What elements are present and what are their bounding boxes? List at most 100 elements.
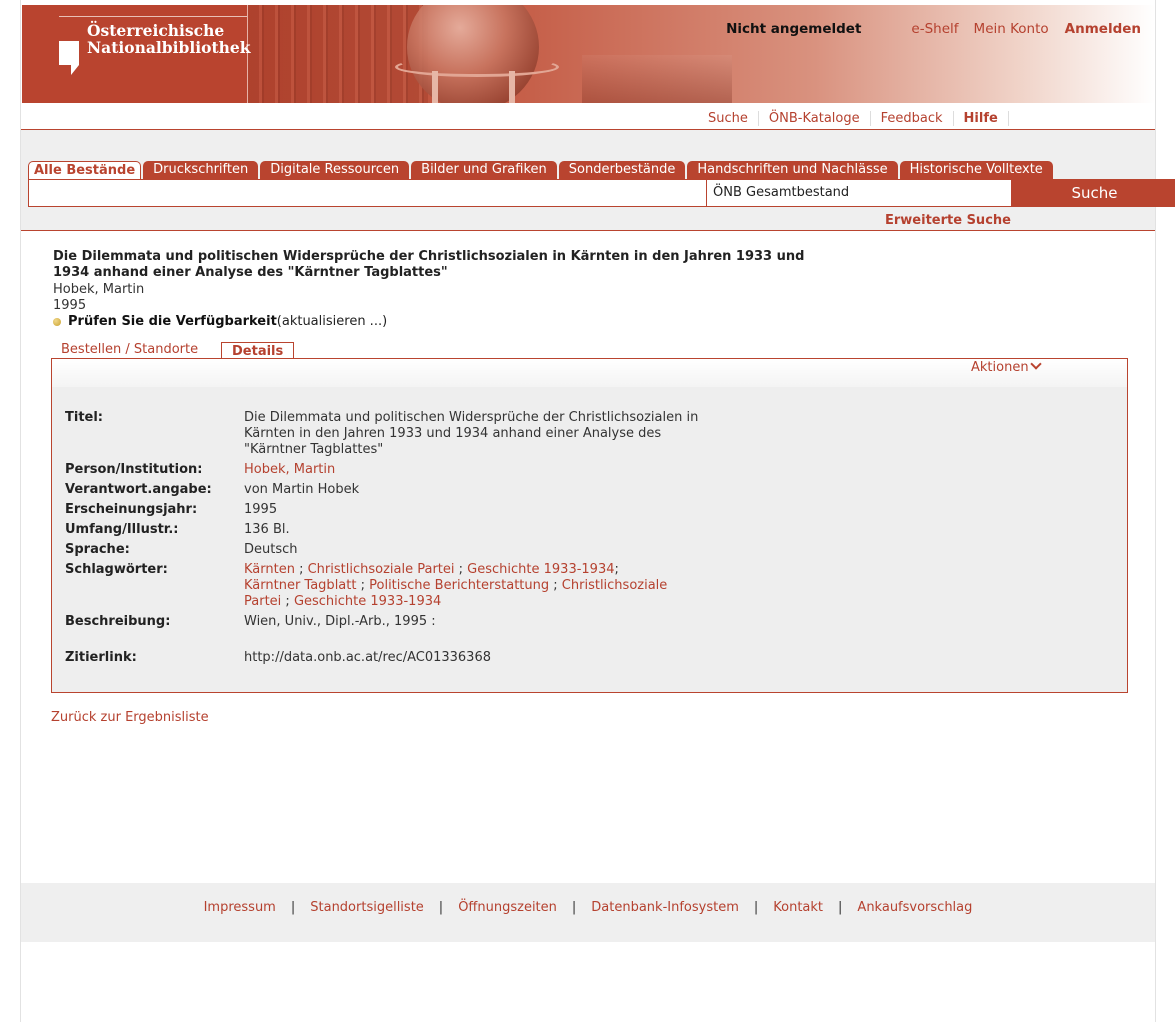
nav-link[interactable]: Hilfe (964, 111, 998, 126)
tab-fulltexts[interactable]: Historische Volltexte (899, 161, 1053, 179)
utility-nav: Suche ÖNB-Kataloge Feedback Hilfe (21, 103, 1155, 130)
availability-refresh[interactable]: (aktualisieren ...) (277, 314, 387, 329)
record-fields: Titel: Die Dilemmata und politischen Wid… (65, 410, 1105, 670)
tab-order-locations[interactable]: Bestellen / Standorte (61, 342, 198, 357)
permalink[interactable]: http://data.onb.ac.at/rec/AC01336368 (244, 650, 704, 666)
field-label: Zitierlink: (65, 650, 137, 665)
login-status: Nicht angemeldet (726, 21, 862, 37)
globe-image (407, 5, 539, 103)
availability-dot-icon (53, 317, 61, 326)
nav-item-search: Suche (698, 111, 759, 126)
separator: ; (549, 578, 562, 593)
field-label: Erscheinungsjahr: (65, 502, 198, 517)
field-label: Person/Institution: (65, 462, 203, 477)
separator: ; (614, 562, 619, 577)
field-value: von Martin Hobek (244, 482, 360, 497)
search-button[interactable]: Suche (1011, 179, 1175, 207)
field-label: Sprache: (65, 542, 130, 557)
field-value: 1995 (244, 502, 278, 517)
globe-stand (509, 71, 515, 103)
footer-item: Kontakt (758, 900, 838, 915)
field-value: Die Dilemmata und politischen Widersprüc… (244, 410, 699, 457)
nav-link[interactable]: Suche (708, 111, 748, 126)
search-input[interactable] (29, 180, 709, 208)
nav-link[interactable]: ÖNB-Kataloge (769, 111, 860, 126)
tab-manuscripts[interactable]: Handschriften und Nachlässe (687, 161, 898, 179)
footer-item: Ankaufsvorschlag (842, 900, 987, 915)
field-label: Titel: (65, 410, 104, 425)
field-row: Verantwort.angabe: von Martin Hobek (65, 482, 1105, 498)
subject-link[interactable]: Geschichte 1933-1934 (467, 562, 614, 577)
actions-label: Aktionen (971, 360, 1029, 375)
tab-all-holdings[interactable]: Alle Bestände (28, 161, 142, 180)
logo-rule (59, 16, 247, 17)
field-label: Beschreibung: (65, 614, 171, 629)
nav-item-help: Hilfe (954, 111, 1009, 126)
nav-item-catalogs: ÖNB-Kataloge (759, 111, 871, 126)
record-title: Die Dilemmata und politischen Widersprüc… (53, 249, 805, 280)
footer-link-hours[interactable]: Öffnungszeiten (458, 900, 557, 915)
globe-ring (395, 57, 559, 77)
field-row: Titel: Die Dilemmata und politischen Wid… (65, 410, 1105, 458)
logo-line: Österreichische (87, 21, 225, 40)
separator: ; (294, 562, 308, 577)
advanced-search-link[interactable]: Erweiterte Suche (885, 213, 1011, 228)
details-panel: Aktionen Titel: Die Dilemmata und politi… (51, 358, 1128, 693)
field-row: Person/Institution: Hobek, Martin (65, 462, 1105, 478)
nav-link[interactable]: Feedback (881, 111, 943, 126)
actions-menu[interactable]: Aktionen (971, 358, 1042, 375)
logo-text: Österreichische Nationalbibliothek (87, 22, 251, 56)
account-bar: Nicht angemeldet e-Shelf Mein Konto Anme… (726, 21, 1141, 37)
login-link[interactable]: Anmelden (1065, 21, 1141, 37)
tab-details[interactable]: Details (221, 342, 295, 359)
logo-flag-icon (59, 41, 79, 75)
tab-digital[interactable]: Digitale Ressourcen (260, 161, 410, 179)
tab-images[interactable]: Bilder und Grafiken (411, 161, 557, 179)
field-label: Verantwort.angabe: (65, 482, 212, 497)
field-row: Umfang/Illustr.: 136 Bl. (65, 522, 1105, 538)
footer-link-imprint[interactable]: Impressum (204, 900, 276, 915)
globe-stand (432, 71, 438, 103)
person-link[interactable]: Hobek, Martin (244, 462, 335, 477)
footer-link-sigel[interactable]: Standortsigelliste (310, 900, 424, 915)
header-banner: Österreichische Nationalbibliothek Nicht… (22, 5, 1155, 103)
field-label: Umfang/Illustr.: (65, 522, 179, 537)
search-tabs: Alle Bestände Druckschriften Digitale Re… (28, 161, 1055, 180)
field-row: Erscheinungsjahr: 1995 (65, 502, 1105, 518)
subject-link[interactable]: Kärntner Tagblatt (244, 578, 356, 593)
field-value: Wien, Univ., Dipl.-Arb., 1995 : (244, 614, 436, 629)
footer-link-contact[interactable]: Kontakt (773, 900, 823, 915)
tab-special[interactable]: Sonderbestände (558, 161, 686, 179)
separator: ; (356, 578, 370, 593)
footer: Impressum | Standortsigelliste | Öffnung… (21, 883, 1155, 942)
field-label: Schlagwörter: (65, 562, 168, 577)
details-toolbar: Aktionen (52, 358, 1127, 387)
subject-link[interactable]: Kärnten (244, 562, 295, 577)
separator: ; (281, 594, 294, 609)
record-year: 1995 (53, 298, 87, 313)
chevron-down-icon (1029, 358, 1042, 370)
field-row: Zitierlink: http://data.onb.ac.at/rec/AC… (65, 650, 1105, 666)
field-row: Schlagwörter: Kärnten ; Christlichsozial… (65, 562, 1105, 610)
field-value: 136 Bl. (244, 522, 290, 537)
logo[interactable]: Österreichische Nationalbibliothek (22, 5, 251, 103)
subject-link[interactable]: Geschichte 1933-1934 (294, 594, 441, 609)
footer-link-dbis[interactable]: Datenbank-Infosystem (591, 900, 739, 915)
subject-link[interactable]: Christlichsoziale Partei (308, 562, 455, 577)
availability-label[interactable]: Prüfen Sie die Verfügbarkeit (68, 314, 277, 329)
separator: ; (454, 562, 468, 577)
eshelf-link[interactable]: e-Shelf (911, 21, 958, 37)
reading-room-image (582, 55, 732, 103)
back-to-results-link[interactable]: Zurück zur Ergebnisliste (51, 710, 209, 725)
availability: Prüfen Sie die Verfügbarkeit (aktualisie… (53, 314, 387, 329)
tab-printed[interactable]: Druckschriften (143, 161, 259, 179)
subject-link[interactable]: Politische Berichterstattung (369, 578, 549, 593)
search-bar: ÖNB Gesamtbestand Suche (28, 179, 1175, 208)
field-row: Beschreibung: Wien, Univ., Dipl.-Arb., 1… (65, 614, 1105, 630)
scope-select[interactable]: ÖNB Gesamtbestand (706, 180, 1010, 206)
footer-link-purchase[interactable]: Ankaufsvorschlag (857, 900, 972, 915)
field-value: Hobek, Martin (244, 462, 704, 478)
my-account-link[interactable]: Mein Konto (974, 21, 1049, 37)
subjects-list: Kärnten ; Christlichsoziale Partei ; Ges… (244, 562, 704, 610)
footer-item: Impressum (189, 900, 291, 915)
